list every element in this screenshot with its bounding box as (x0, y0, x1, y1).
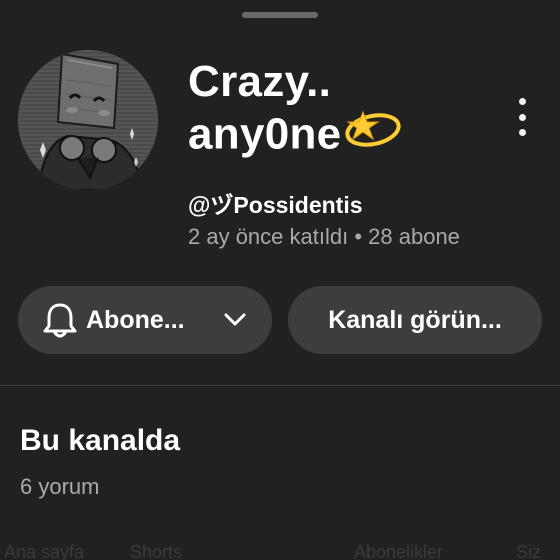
joined-date: 2 ay önce katıldı (188, 224, 349, 249)
section-title: Bu kanalda (20, 424, 181, 457)
drag-handle[interactable] (242, 12, 318, 18)
subscribe-label: Abone... (86, 305, 185, 334)
more-vertical-icon[interactable] (508, 98, 536, 136)
view-channel-button[interactable]: Kanalı görün... (288, 286, 542, 354)
channel-handle: @ヅPossidentis (188, 192, 363, 218)
channel-title-line2: any0ne (188, 109, 342, 159)
channel-title-line1: Crazy.. (188, 57, 332, 106)
channel-title: Crazy.. any0ne (188, 56, 403, 166)
channel-meta: 2 ay önce katıldı • 28 abone (188, 224, 460, 250)
comment-count: 6 yorum (20, 474, 100, 499)
chevron-down-icon[interactable] (222, 307, 248, 333)
nav-item-shorts[interactable]: Shorts (130, 542, 182, 560)
nav-item-home[interactable]: Ana sayfa (4, 542, 84, 560)
view-channel-label: Kanalı görün... (328, 305, 502, 334)
subscribe-button[interactable]: Abone... (18, 286, 272, 354)
dizzy-star-icon (343, 104, 403, 162)
avatar-image (18, 50, 158, 190)
subscriber-count: 28 abone (368, 224, 460, 249)
meta-separator: • (348, 224, 369, 249)
channel-sheet: Crazy.. any0ne @ヅPossidentis 2 ay önce k… (0, 0, 560, 560)
section-divider (0, 385, 560, 386)
nav-item-subscriptions[interactable]: Abonelikler (354, 542, 443, 560)
bottom-nav: Ana sayfa Shorts Abonelikler Siz (0, 530, 560, 560)
avatar[interactable] (18, 50, 158, 190)
nav-item-you[interactable]: Siz (516, 542, 541, 560)
bell-icon (40, 300, 80, 340)
